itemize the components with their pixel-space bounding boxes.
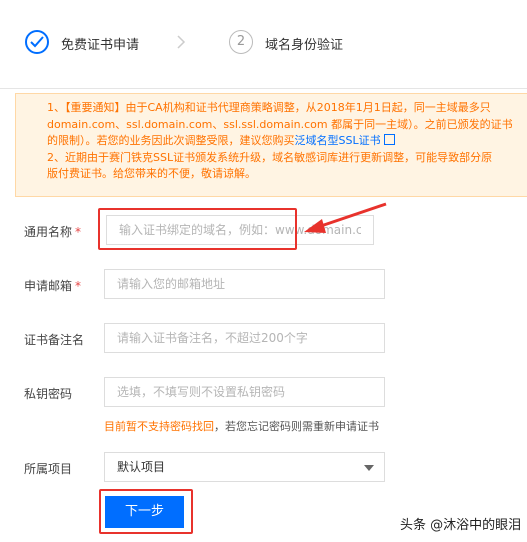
notice-line-1: 1、【重要通知】由于CA机构和证书代理商策略调整，从2018年1月1日起，同一主… [47,101,491,114]
notice-box: 1、【重要通知】由于CA机构和证书代理商策略调整，从2018年1月1日起，同一主… [15,93,527,197]
project-select[interactable]: 默认项目 [104,452,385,482]
caret-down-icon [364,465,374,471]
common-name-label: 通用名称 * [24,225,82,239]
annotation-highlight-box [98,208,297,250]
chevron-right-icon [177,35,186,49]
annotation-arrow-icon [304,202,387,233]
step-1-check-icon [25,30,49,54]
step-2-number: 2 [229,30,253,54]
watermark: 头条 @沐浴中的眼泪 [400,518,522,533]
step-header: 免费证书申请 2 域名身份验证 [0,0,527,89]
notice-line-4: 2、近期由于赛门铁克SSL证书颁发系统升级，域名敏感词库进行更新调整，可能导致部… [47,150,493,164]
notice-line-5: 版付费证书。给您带来的不便，敬请谅解。 [47,167,256,180]
email-input[interactable] [104,269,385,299]
project-select-value: 默认项目 [117,460,166,474]
external-link-icon[interactable] [383,134,395,145]
password-warning: 目前暂不支持密码找回，若您忘记密码则需重新申请证书 [104,420,379,433]
key-password-input[interactable] [104,377,385,407]
remark-label: 证书备注名 [24,333,85,347]
project-label: 所属项目 [24,462,73,476]
wildcard-ssl-link[interactable]: 泛域名型SSL证书 [295,134,381,147]
notice-line-3: 的限制）。若您的业务因此次调整受限，建议您购买泛域名型SSL证书 [47,133,527,150]
remark-input[interactable] [104,323,385,353]
email-label: 申请邮箱 * [24,279,82,293]
step-1-label: 免费证书申请 [61,38,140,53]
key-password-label: 私钥密码 [24,387,73,401]
annotation-button-highlight-box [99,489,193,534]
notice-line-2: domain.com、ssl.domain.com、ssl.ssl.domain… [47,117,513,131]
step-2-label: 域名身份验证 [265,38,344,53]
